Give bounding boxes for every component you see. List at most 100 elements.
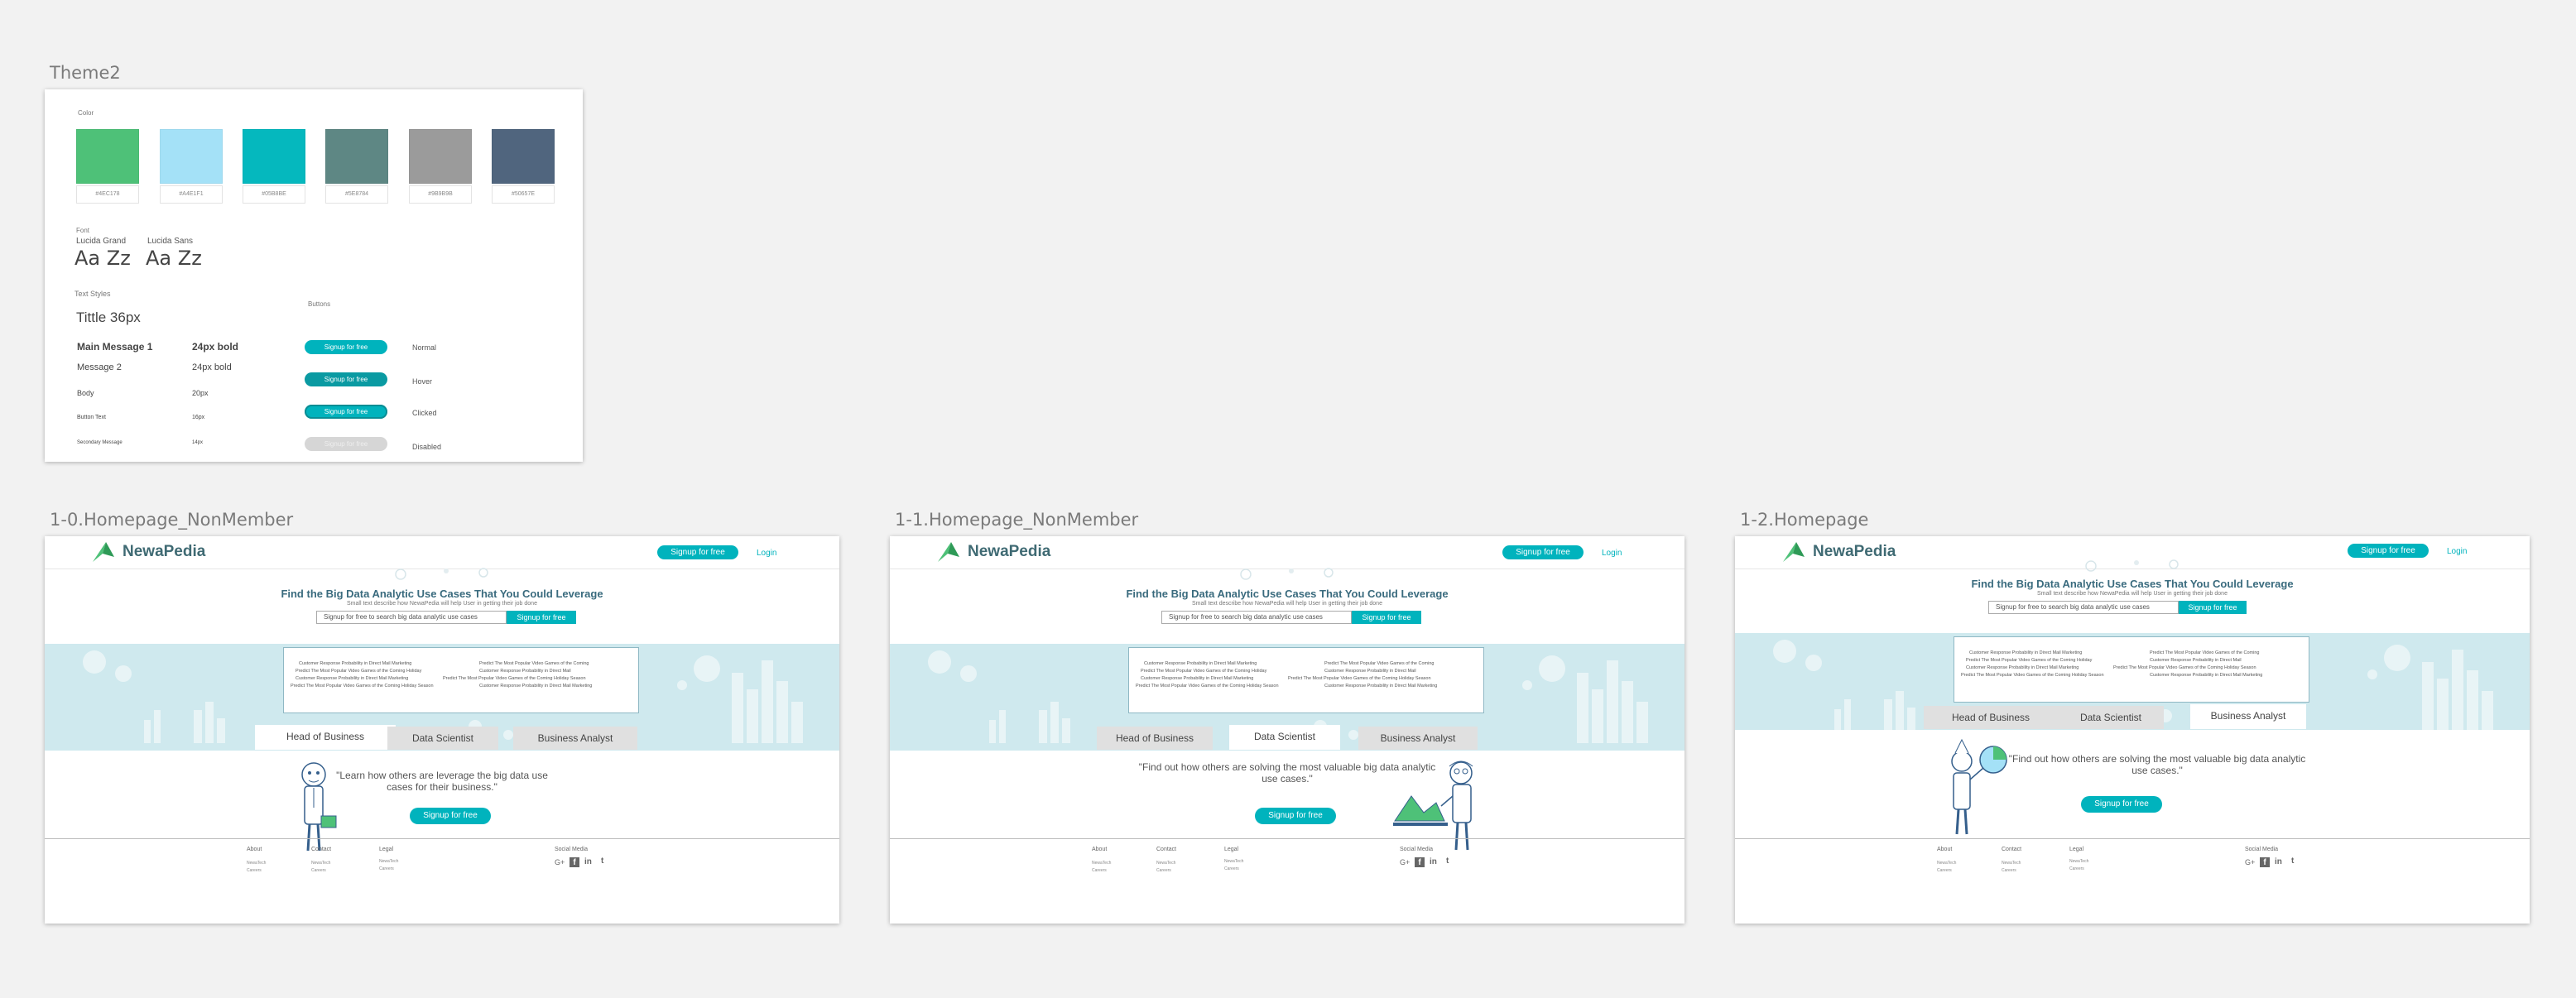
use-case-link[interactable]: Predict The Most Popular Video Games of …	[443, 676, 586, 681]
use-case-link[interactable]: Customer Response Probability in Direct …	[299, 661, 411, 666]
use-case-link[interactable]: Predict The Most Popular Video Games of …	[291, 684, 434, 689]
facebook-icon[interactable]: f	[570, 857, 579, 867]
footer-contact-link[interactable]: Careers	[1156, 868, 1171, 873]
footer-contact-link[interactable]: Careers	[2002, 868, 2016, 873]
use-case-link[interactable]: Customer Response Probability in Direct …	[296, 676, 408, 681]
content-signup-button[interactable]: Signup for free	[1255, 808, 1336, 824]
tab-data-scientist[interactable]: Data Scientist	[2058, 706, 2164, 729]
tab-business-analyst[interactable]: Business Analyst	[513, 727, 637, 750]
use-case-link[interactable]: Predict The Most Popular Video Games of …	[1961, 673, 2104, 678]
footer-about-link[interactable]: Careers	[247, 868, 262, 873]
twitter-icon[interactable]: t	[1446, 856, 1449, 866]
site-header: NewaPedia Signup for free Login	[890, 536, 1684, 569]
search-signup-button[interactable]: Signup for free	[1352, 611, 1421, 624]
twitter-icon[interactable]: t	[601, 856, 603, 866]
search-input[interactable]: Signup for free to search big data analy…	[1988, 601, 2179, 614]
use-case-link[interactable]: Customer Response Probability in Direct …	[1324, 669, 1416, 674]
buttons-section-label: Buttons	[308, 300, 331, 308]
footer-contact-link[interactable]: NewaTech	[2002, 861, 2021, 866]
brand-name[interactable]: NewaPedia	[1813, 543, 1896, 561]
google-plus-icon[interactable]: G+	[1400, 858, 1410, 866]
footer-legal-link[interactable]: NewaTech	[2069, 859, 2088, 864]
use-case-link[interactable]: Predict The Most Popular Video Games of …	[479, 661, 589, 666]
search-input[interactable]: Signup for free to search big data analy…	[316, 611, 507, 624]
use-case-band: Customer Response Probability in Direct …	[1735, 633, 2530, 730]
footer-contact-link[interactable]: Careers	[311, 868, 326, 873]
search-input[interactable]: Signup for free to search big data analy…	[1161, 611, 1352, 624]
tab-business-analyst[interactable]: Business Analyst	[2190, 704, 2306, 729]
color-swatch: #4EC178	[76, 129, 139, 204]
color-swatch: #05B8BE	[243, 129, 305, 204]
footer-legal-link[interactable]: Careers	[379, 866, 394, 871]
header-signup-button[interactable]: Signup for free	[1502, 545, 1584, 559]
use-case-link[interactable]: Predict The Most Popular Video Games of …	[1141, 669, 1266, 674]
linkedin-icon[interactable]: in	[584, 857, 592, 866]
footer-about-link[interactable]: Careers	[1092, 868, 1107, 873]
swatch-color-box	[409, 129, 472, 184]
search-signup-button[interactable]: Signup for free	[507, 611, 576, 624]
tab-data-scientist[interactable]: Data Scientist	[1229, 725, 1340, 750]
font-name-2: Lucida Sans	[147, 237, 194, 246]
facebook-icon[interactable]: f	[1415, 857, 1425, 867]
use-case-link[interactable]: Predict The Most Popular Video Games of …	[1324, 661, 1434, 666]
use-case-link[interactable]: Customer Response Probability in Direct …	[1966, 665, 2079, 670]
login-link[interactable]: Login	[2447, 547, 2467, 556]
swatch-hex-label: #05B8BE	[243, 185, 305, 204]
use-case-link[interactable]: Predict The Most Popular Video Games of …	[2113, 665, 2256, 670]
use-case-link[interactable]: Predict The Most Popular Video Games of …	[2150, 650, 2259, 655]
tab-data-scientist[interactable]: Data Scientist	[387, 727, 498, 750]
footer-legal-link[interactable]: Careers	[2069, 866, 2084, 871]
footer-about-link[interactable]: NewaTech	[1937, 861, 1956, 866]
button-normal-sample[interactable]: Signup for free	[305, 340, 387, 354]
google-plus-icon[interactable]: G+	[2245, 858, 2255, 866]
twitter-icon[interactable]: t	[2291, 856, 2294, 866]
use-case-link[interactable]: Predict The Most Popular Video Games of …	[1966, 658, 2092, 663]
tab-business-analyst[interactable]: Business Analyst	[1358, 727, 1478, 750]
tab-head-of-business[interactable]: Head of Business	[255, 725, 396, 750]
linkedin-icon[interactable]: in	[2275, 857, 2282, 866]
use-case-link[interactable]: Customer Response Probability in Direct …	[479, 669, 571, 674]
google-plus-icon[interactable]: G+	[555, 858, 565, 866]
style-secondary-message-spec: 14px	[192, 440, 204, 445]
login-link[interactable]: Login	[1602, 549, 1622, 558]
footer-about-link[interactable]: NewaTech	[1092, 861, 1111, 866]
use-case-link[interactable]: Customer Response Probability in Direct …	[1324, 684, 1437, 689]
content-signup-button[interactable]: Signup for free	[2081, 796, 2162, 813]
hp1-frame-label: 1-1.Homepage_NonMember	[895, 510, 1139, 530]
footer-about-link[interactable]: NewaTech	[247, 861, 266, 866]
footer-legal-link[interactable]: Careers	[1224, 866, 1239, 871]
brand-name[interactable]: NewaPedia	[968, 543, 1050, 561]
use-case-link[interactable]: Customer Response Probability in Direct …	[1144, 661, 1257, 666]
footer-contact-link[interactable]: NewaTech	[1156, 861, 1175, 866]
use-case-link[interactable]: Predict The Most Popular Video Games of …	[1136, 684, 1279, 689]
logo-icon	[1783, 542, 1805, 562]
use-case-link[interactable]: Predict The Most Popular Video Games of …	[296, 669, 421, 674]
style-body: Body	[77, 389, 94, 397]
footer-about-link[interactable]: Careers	[1937, 868, 1952, 873]
button-clicked-sample[interactable]: Signup for free	[305, 405, 387, 419]
linkedin-icon[interactable]: in	[1430, 857, 1437, 866]
use-case-link[interactable]: Predict The Most Popular Video Games of …	[1288, 676, 1431, 681]
content-signup-button[interactable]: Signup for free	[410, 808, 491, 824]
use-case-link[interactable]: Customer Response Probability in Direct …	[2150, 673, 2262, 678]
footer-contact-link[interactable]: NewaTech	[311, 861, 330, 866]
tab-head-of-business[interactable]: Head of Business	[1924, 706, 2058, 729]
header-signup-button[interactable]: Signup for free	[657, 545, 738, 559]
search-signup-button[interactable]: Signup for free	[2179, 601, 2247, 614]
footer-legal-link[interactable]: NewaTech	[379, 859, 398, 864]
button-hover-sample[interactable]: Signup for free	[305, 372, 387, 386]
swatch-color-box	[243, 129, 305, 184]
use-case-band: Customer Response Probability in Direct …	[45, 644, 839, 751]
title-style-sample: Tittle 36px	[76, 309, 141, 325]
header-signup-button[interactable]: Signup for free	[2348, 544, 2429, 558]
use-case-band: Customer Response Probability in Direct …	[890, 644, 1684, 751]
footer-legal-link[interactable]: NewaTech	[1224, 859, 1243, 864]
use-case-link[interactable]: Customer Response Probability in Direct …	[479, 684, 592, 689]
brand-name[interactable]: NewaPedia	[123, 543, 205, 561]
tab-head-of-business[interactable]: Head of Business	[1097, 727, 1213, 750]
use-case-link[interactable]: Customer Response Probability in Direct …	[2150, 658, 2242, 663]
use-case-link[interactable]: Customer Response Probability in Direct …	[1141, 676, 1253, 681]
facebook-icon[interactable]: f	[2260, 857, 2270, 867]
use-case-link[interactable]: Customer Response Probability in Direct …	[1969, 650, 2082, 655]
login-link[interactable]: Login	[757, 549, 776, 558]
